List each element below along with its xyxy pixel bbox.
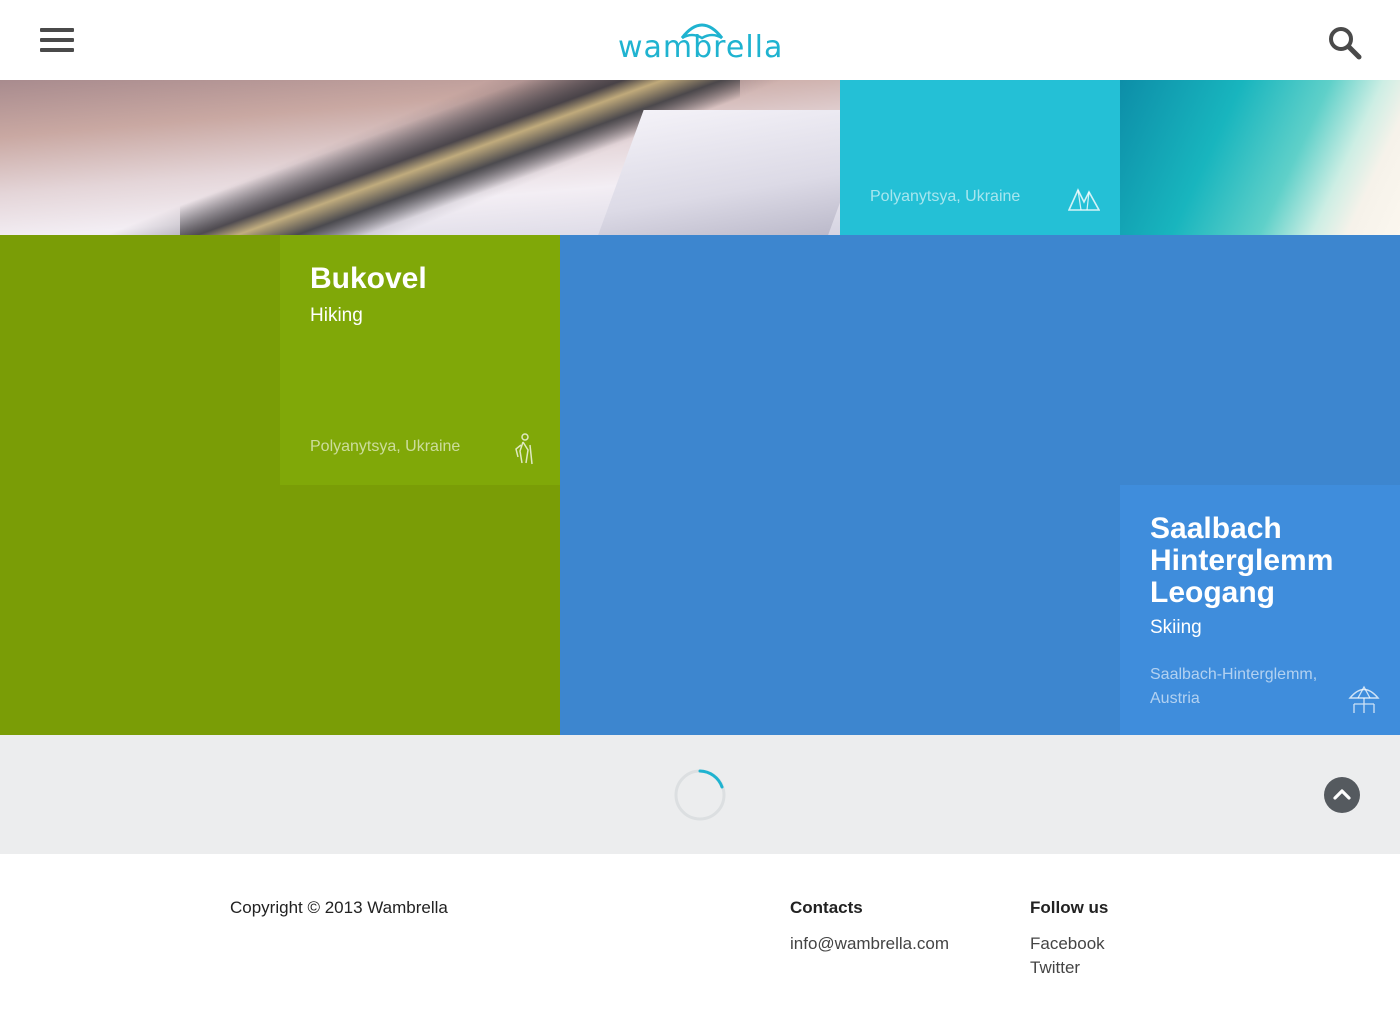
card-activity: Hiking [310,305,363,326]
card-activity: Skiing [1150,617,1202,638]
email-link[interactable]: info@wambrella.com [790,934,949,954]
logo-text: wambrella [618,30,784,65]
scroll-to-top-button[interactable] [1324,777,1360,813]
search-icon[interactable] [1326,24,1362,60]
saalbach-card[interactable]: Saalbach Hinterglemm Leogang Skiing Saal… [1120,485,1400,735]
card-title: Bukovel [310,262,427,295]
card-location: Polyanytsya, Ukraine [310,438,461,455]
tile-location: Polyanytsya, Ukraine [870,188,1021,205]
contacts-heading: Contacts [790,898,863,917]
logo[interactable]: wambrella [618,18,782,66]
hiker-icon [515,433,533,465]
loading-spinner-icon [674,769,726,821]
beach-photo-tile[interactable] [1120,80,1400,235]
mountains-icon [1068,188,1100,211]
snow-river-photo-tile[interactable] [0,80,840,235]
site-footer: Copyright © 2013 Wambrella Contacts info… [0,854,1400,1024]
copyright-text: Copyright © 2013 Wambrella [230,898,448,917]
follow-us-heading: Follow us [1030,898,1109,917]
bukovel-card[interactable]: Bukovel Hiking Polyanytsya, Ukraine [280,235,560,485]
twitter-link[interactable]: Twitter [1030,958,1080,978]
teal-location-tile[interactable]: Polyanytsya, Ukraine [840,80,1120,235]
site-header: wambrella [0,0,1400,80]
beach-umbrella-icon [1348,685,1380,713]
card-title: Saalbach Hinterglemm Leogang [1150,512,1334,609]
facebook-link[interactable]: Facebook [1030,934,1105,954]
chevron-up-icon [1333,789,1351,800]
card-location: Saalbach-Hinterglemm, Austria [1150,666,1318,707]
hamburger-menu-icon[interactable] [40,28,74,52]
